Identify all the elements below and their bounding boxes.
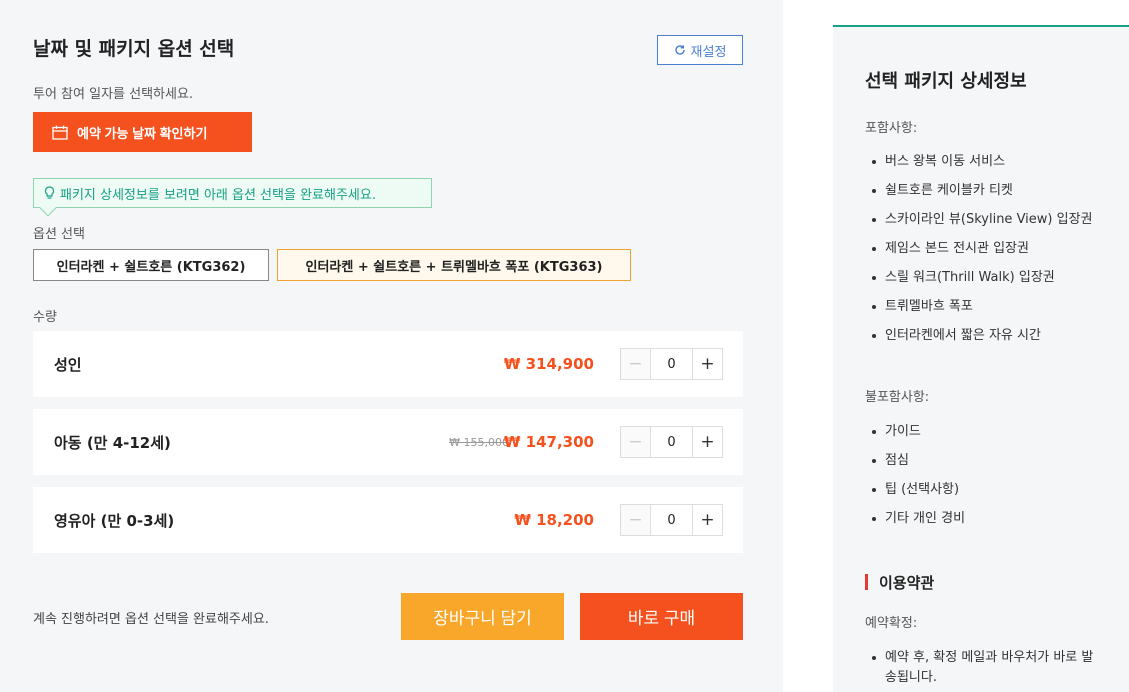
row-name: 성인: [54, 355, 82, 374]
section-title: 날짜 및 패키지 옵션 선택: [33, 38, 235, 60]
increase-button[interactable]: +: [692, 349, 722, 379]
list-item: 버스 왕복 이동 서비스: [865, 152, 1095, 172]
package-tooltip: 패키지 상세정보를 보려면 아래 옵션 선택을 완료해주세요.: [33, 178, 432, 217]
reset-button[interactable]: 재설정: [657, 35, 743, 65]
decrease-button[interactable]: −: [621, 427, 651, 457]
refresh-icon: [674, 45, 685, 55]
reset-label: 재설정: [690, 43, 727, 59]
quantity-row-child: 아동 (만 4-12세) ₩ 155,000 ₩ 147,300 − 0 +: [33, 409, 743, 475]
quantity-row-adult: 성인 ₩ 314,900 − 0 +: [33, 331, 743, 397]
quantity-stepper: − 0 +: [620, 426, 723, 458]
package-detail-panel: 선택 패키지 상세정보 포함사항: 버스 왕복 이동 서비스 쉴트호른 케이블카…: [833, 25, 1129, 692]
decrease-button[interactable]: −: [621, 349, 651, 379]
row-price: ₩ 18,200: [514, 511, 594, 529]
quantity-value[interactable]: 0: [651, 349, 692, 379]
buy-now-button[interactable]: 바로 구매: [580, 593, 743, 640]
calendar-icon: [52, 125, 68, 140]
row-name: 아동 (만 4-12세): [54, 433, 171, 452]
quantity-row-infant: 영유아 (만 0-3세) ₩ 18,200 − 0 +: [33, 487, 743, 553]
option-ktg362[interactable]: 인터라켄 + 쉴트호른 (KTG362): [33, 249, 269, 281]
quantity-label: 수량: [33, 310, 57, 325]
list-item: 가이드: [865, 422, 1095, 442]
list-item: 스릴 워크(Thrill Walk) 입장권: [865, 268, 1095, 288]
terms-title: 이용약관: [865, 572, 934, 593]
excluded-label: 불포함사항:: [865, 390, 930, 405]
option-panel: 날짜 및 패키지 옵션 선택 재설정 투어 참여 일자를 선택하세요. 예약 가…: [0, 0, 783, 692]
check-dates-label: 예약 가능 날짜 확인하기: [77, 125, 208, 141]
options-label: 옵션 선택: [33, 227, 85, 242]
date-hint: 투어 참여 일자를 선택하세요.: [33, 87, 194, 102]
lightbulb-icon: [44, 186, 55, 199]
detail-title: 선택 패키지 상세정보: [865, 71, 1027, 92]
included-label: 포함사항:: [865, 121, 918, 136]
list-item: 제임스 본드 전시관 입장권: [865, 239, 1095, 259]
confirm-label: 예약확정:: [865, 616, 918, 631]
list-item: 예약 후, 확정 메일과 바우처가 바로 발송됩니다.: [865, 648, 1095, 688]
list-item: 점심: [865, 451, 1095, 471]
list-item: 쉴트호른 케이블카 티켓: [865, 181, 1095, 201]
included-list: 버스 왕복 이동 서비스 쉴트호른 케이블카 티켓 스카이라인 뷰(Skylin…: [865, 152, 1095, 355]
excluded-list: 가이드 점심 팁 (선택사항) 기타 개인 경비: [865, 422, 1095, 538]
decrease-button[interactable]: −: [621, 505, 651, 535]
list-item: 팁 (선택사항): [865, 480, 1095, 500]
quantity-value[interactable]: 0: [651, 505, 692, 535]
list-item: 인터라켄에서 짧은 자유 시간: [865, 326, 1095, 346]
confirm-list: 예약 후, 확정 메일과 바우처가 바로 발송됩니다.: [865, 648, 1095, 692]
option-ktg363[interactable]: 인터라켄 + 쉴트호른 + 트뤼멜바흐 폭포 (KTG363): [277, 249, 631, 281]
tooltip-text: 패키지 상세정보를 보려면 아래 옵션 선택을 완료해주세요.: [60, 187, 376, 203]
list-item: 트뤼멜바흐 폭포: [865, 297, 1095, 317]
quantity-stepper: − 0 +: [620, 348, 723, 380]
check-dates-button[interactable]: 예약 가능 날짜 확인하기: [33, 112, 252, 152]
row-name: 영유아 (만 0-3세): [54, 511, 175, 530]
increase-button[interactable]: +: [692, 427, 722, 457]
row-price: ₩ 314,900: [503, 355, 594, 373]
row-price: ₩ 147,300: [503, 433, 594, 451]
row-original-price: ₩ 155,000: [449, 435, 509, 449]
tooltip-arrow: [39, 199, 57, 217]
increase-button[interactable]: +: [692, 505, 722, 535]
list-item: 기타 개인 경비: [865, 509, 1095, 529]
bottom-hint: 계속 진행하려면 옵션 선택을 완료해주세요.: [33, 612, 269, 627]
list-item: 스카이라인 뷰(Skyline View) 입장권: [865, 210, 1095, 230]
quantity-stepper: − 0 +: [620, 504, 723, 536]
add-to-cart-button[interactable]: 장바구니 담기: [401, 593, 564, 640]
quantity-value[interactable]: 0: [651, 427, 692, 457]
